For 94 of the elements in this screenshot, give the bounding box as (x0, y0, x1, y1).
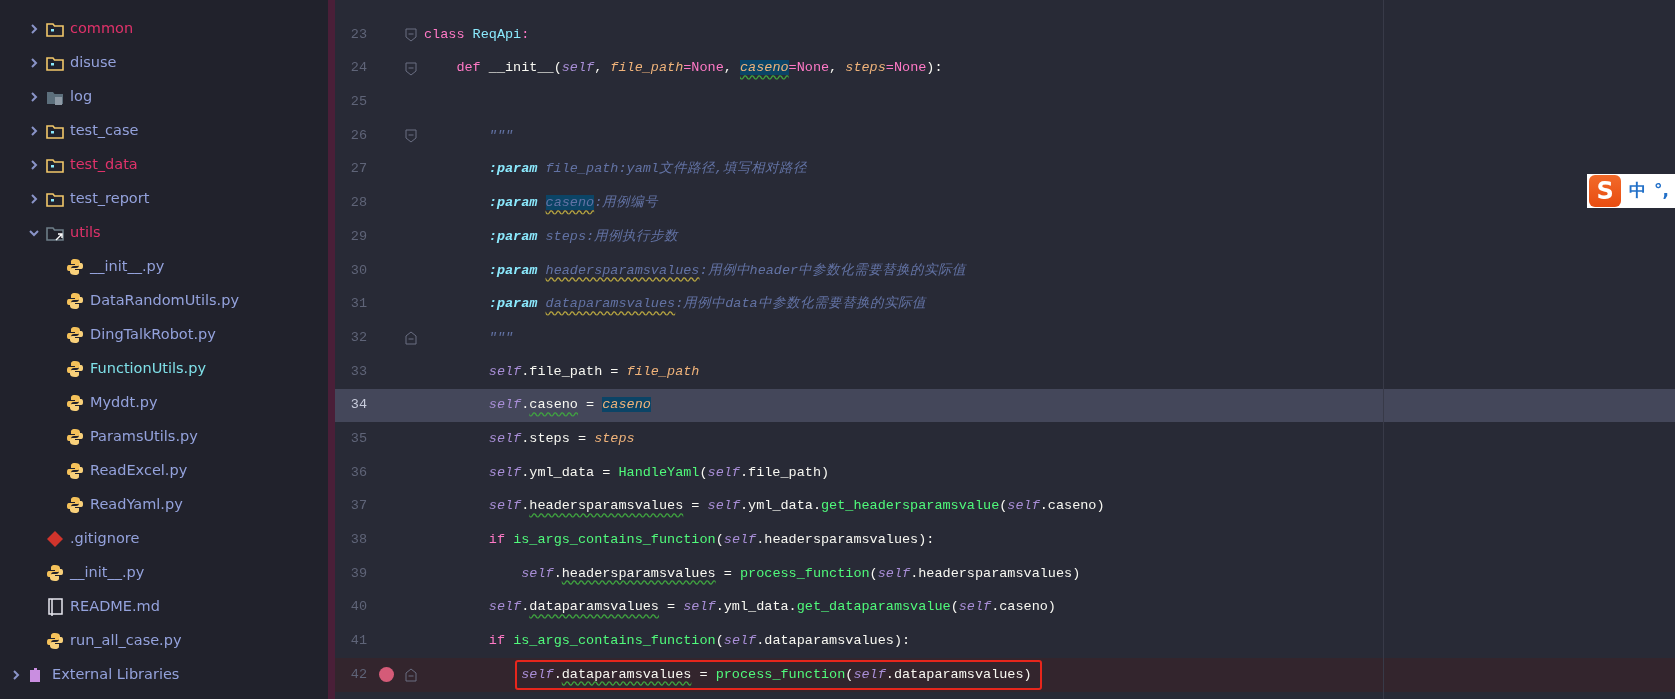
code-line: self.steps = steps (488, 429, 635, 448)
code-line: """ (488, 126, 514, 145)
code-line: class ReqApi: (424, 25, 530, 44)
line-number: 24 (349, 59, 367, 78)
chevron-down-icon[interactable] (28, 227, 40, 239)
python-icon (66, 462, 84, 480)
code-line: self.caseno = caseno (488, 396, 651, 415)
line-number: 28 (349, 194, 367, 213)
folder-label[interactable]: test_data (70, 154, 138, 176)
python-icon (66, 394, 84, 412)
file-label[interactable]: DingTalkRobot.py (90, 324, 216, 346)
folder-label[interactable]: test_report (70, 188, 150, 210)
line-number: 34 (349, 396, 367, 415)
ime-toolbar[interactable]: S 中 °, (1587, 174, 1675, 208)
punctuation-toggle[interactable]: °, (1654, 178, 1669, 204)
folder-icon (46, 156, 64, 174)
file-label[interactable]: .gitignore (70, 528, 140, 550)
diamond-icon (46, 530, 64, 548)
line-number: 32 (349, 328, 367, 347)
code-line: self.file_path = file_path (488, 362, 700, 381)
code-line: self.dataparamsvalues = self.yml_data.get_dataparamsvalue(self.caseno) (488, 598, 1056, 617)
line-number: 42 (349, 665, 367, 684)
ime-logo: S (1589, 175, 1622, 207)
code-line: """ (488, 328, 514, 347)
line-number: 39 (349, 564, 367, 583)
code-line: if is_args_contains_function(self.dataparamsvalues): (488, 632, 911, 651)
chevron-right-icon[interactable] (28, 57, 40, 69)
library-label[interactable]: External Libraries (52, 664, 180, 686)
line-number: 31 (349, 295, 367, 314)
chevron-right-icon[interactable] (28, 125, 40, 137)
file-label[interactable]: ParamsUtils.py (90, 426, 198, 448)
fold-marker-icon[interactable] (405, 128, 417, 143)
line-number: 26 (349, 126, 367, 145)
file-label[interactable]: README.md (70, 596, 160, 618)
file-label[interactable]: __init__.py (70, 562, 145, 584)
chevron-right-icon[interactable] (28, 91, 40, 103)
folder-label[interactable]: log (70, 86, 93, 108)
line-number: 23 (349, 25, 367, 44)
book-icon (46, 598, 64, 616)
python-icon (66, 258, 84, 276)
file-label[interactable]: run_all_case.py (70, 630, 182, 652)
folder-icon (46, 190, 64, 208)
folder-icon (46, 54, 64, 72)
code-line: :param caseno:用例编号 (488, 194, 659, 213)
line-number: 35 (349, 429, 367, 448)
file-label[interactable]: Myddt.py (90, 392, 158, 414)
code-line: self.headersparamsvalues = self.yml_data.get_headersparamsvalue(self.caseno) (488, 497, 1105, 516)
python-icon (66, 428, 84, 446)
line-number: 30 (349, 261, 367, 280)
code-line: :param headersparamsvalues:用例中header中参数化需要替换的实际值 (488, 261, 967, 280)
line-number: 33 (349, 362, 367, 381)
python-icon (66, 496, 84, 514)
line-number: 38 (349, 531, 367, 550)
line-number: 40 (349, 598, 367, 617)
file-label[interactable]: FunctionUtils.py (90, 358, 206, 380)
line-number: 29 (349, 227, 367, 246)
line-number: 27 (349, 160, 367, 179)
fold-marker-icon[interactable] (405, 27, 417, 42)
line-number: 37 (349, 497, 367, 516)
breakpoint-icon[interactable] (378, 667, 394, 683)
folder-label[interactable]: utils (70, 222, 101, 244)
fold-marker-icon[interactable] (405, 331, 417, 346)
file-label[interactable]: DataRandomUtils.py (90, 290, 239, 312)
code-line: if is_args_contains_function(self.headersparamsvalues): (488, 531, 935, 550)
line-number: 25 (349, 93, 367, 112)
folder-icon (46, 224, 64, 242)
file-label[interactable]: ReadExcel.py (90, 460, 188, 482)
fold-marker-icon[interactable] (405, 667, 417, 682)
python-icon (66, 292, 84, 310)
chevron-right-icon[interactable] (28, 159, 40, 171)
python-icon (66, 360, 84, 378)
folder-label[interactable]: disuse (70, 52, 117, 74)
code-line: :param file_path:yaml文件路径,填写相对路径 (488, 160, 808, 179)
code-line: self.headersparamsvalues = process_function(self.headersparamsvalues) (521, 564, 1081, 583)
python-icon (46, 564, 64, 582)
folder-icon (46, 20, 64, 38)
chevron-right-icon[interactable] (28, 23, 40, 35)
line-number: 36 (349, 463, 367, 482)
fold-marker-icon[interactable] (405, 61, 417, 76)
folder-label[interactable]: test_case (70, 120, 139, 142)
code-line: :param dataparamsvalues:用例中data中参数化需要替换的实际值 (488, 294, 926, 314)
input-mode-toggle[interactable]: 中 (1629, 178, 1647, 204)
code-line: def __init__(self, file_path=None, caseno=None, steps=None): (456, 59, 943, 78)
chevron-right-icon[interactable] (28, 193, 40, 205)
code-line: :param steps:用例执行步数 (488, 227, 679, 246)
folder-label[interactable]: common (70, 18, 134, 40)
file-label[interactable]: __init__.py (90, 256, 165, 278)
python-icon (46, 632, 64, 650)
folder-icon (46, 122, 64, 140)
python-icon (66, 326, 84, 344)
line-number: 41 (349, 632, 367, 651)
file-label[interactable]: ReadYaml.py (90, 494, 183, 516)
chevron-right-icon[interactable] (10, 669, 22, 681)
code-line: self.yml_data = HandleYaml(self.file_path) (488, 463, 830, 482)
